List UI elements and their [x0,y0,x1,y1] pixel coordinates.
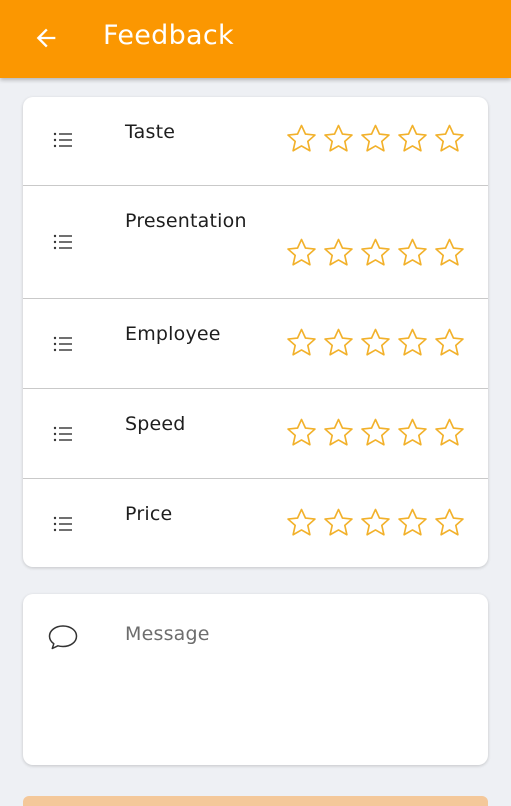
star-icon[interactable] [395,416,430,449]
star-icon[interactable] [321,416,356,449]
star-icon[interactable] [284,416,319,449]
submit-button[interactable] [23,796,488,806]
star-icon[interactable] [358,326,393,359]
star-icon[interactable] [395,506,430,539]
message-card[interactable]: Message [23,594,488,765]
star-icon[interactable] [284,236,319,269]
star-icon[interactable] [284,506,319,539]
app-bar: Feedback [0,0,511,78]
rating-row-speed: Speed [23,389,488,479]
star-icon[interactable] [358,416,393,449]
arrow-left-icon [36,28,56,48]
message-input[interactable]: Message [125,623,210,645]
star-rating[interactable] [284,236,469,269]
star-icon[interactable] [284,122,319,155]
rating-row-employee: Employee [23,299,488,389]
star-icon[interactable] [321,236,356,269]
rating-label: Speed [125,413,186,435]
star-icon[interactable] [395,326,430,359]
star-rating[interactable] [284,506,469,539]
star-icon[interactable] [358,122,393,155]
star-icon[interactable] [432,326,467,359]
rating-label: Price [125,503,173,525]
list-icon [53,336,72,352]
star-rating[interactable] [284,416,469,449]
star-icon[interactable] [432,506,467,539]
chat-bubble-icon [48,625,78,650]
rating-label: Taste [125,121,176,143]
list-icon [53,426,72,442]
back-button[interactable] [30,22,62,54]
star-icon[interactable] [432,236,467,269]
star-icon[interactable] [358,506,393,539]
star-icon[interactable] [284,326,319,359]
star-icon[interactable] [432,416,467,449]
list-icon [53,132,72,148]
star-rating[interactable] [284,326,469,359]
rating-row-presentation: Presentation [23,186,488,299]
rating-label: Employee [125,323,221,345]
star-icon[interactable] [358,236,393,269]
rating-row-price: Price [23,479,488,567]
star-icon[interactable] [432,122,467,155]
list-icon [53,234,72,250]
star-rating[interactable] [284,122,469,155]
ratings-card: Taste Presentation Employee Speed Price [23,97,488,567]
list-icon [53,516,72,532]
page-title: Feedback [103,20,234,51]
star-icon[interactable] [321,122,356,155]
rating-label: Presentation [125,210,247,232]
rating-row-taste: Taste [23,97,488,186]
star-icon[interactable] [395,122,430,155]
star-icon[interactable] [395,236,430,269]
star-icon[interactable] [321,506,356,539]
star-icon[interactable] [321,326,356,359]
